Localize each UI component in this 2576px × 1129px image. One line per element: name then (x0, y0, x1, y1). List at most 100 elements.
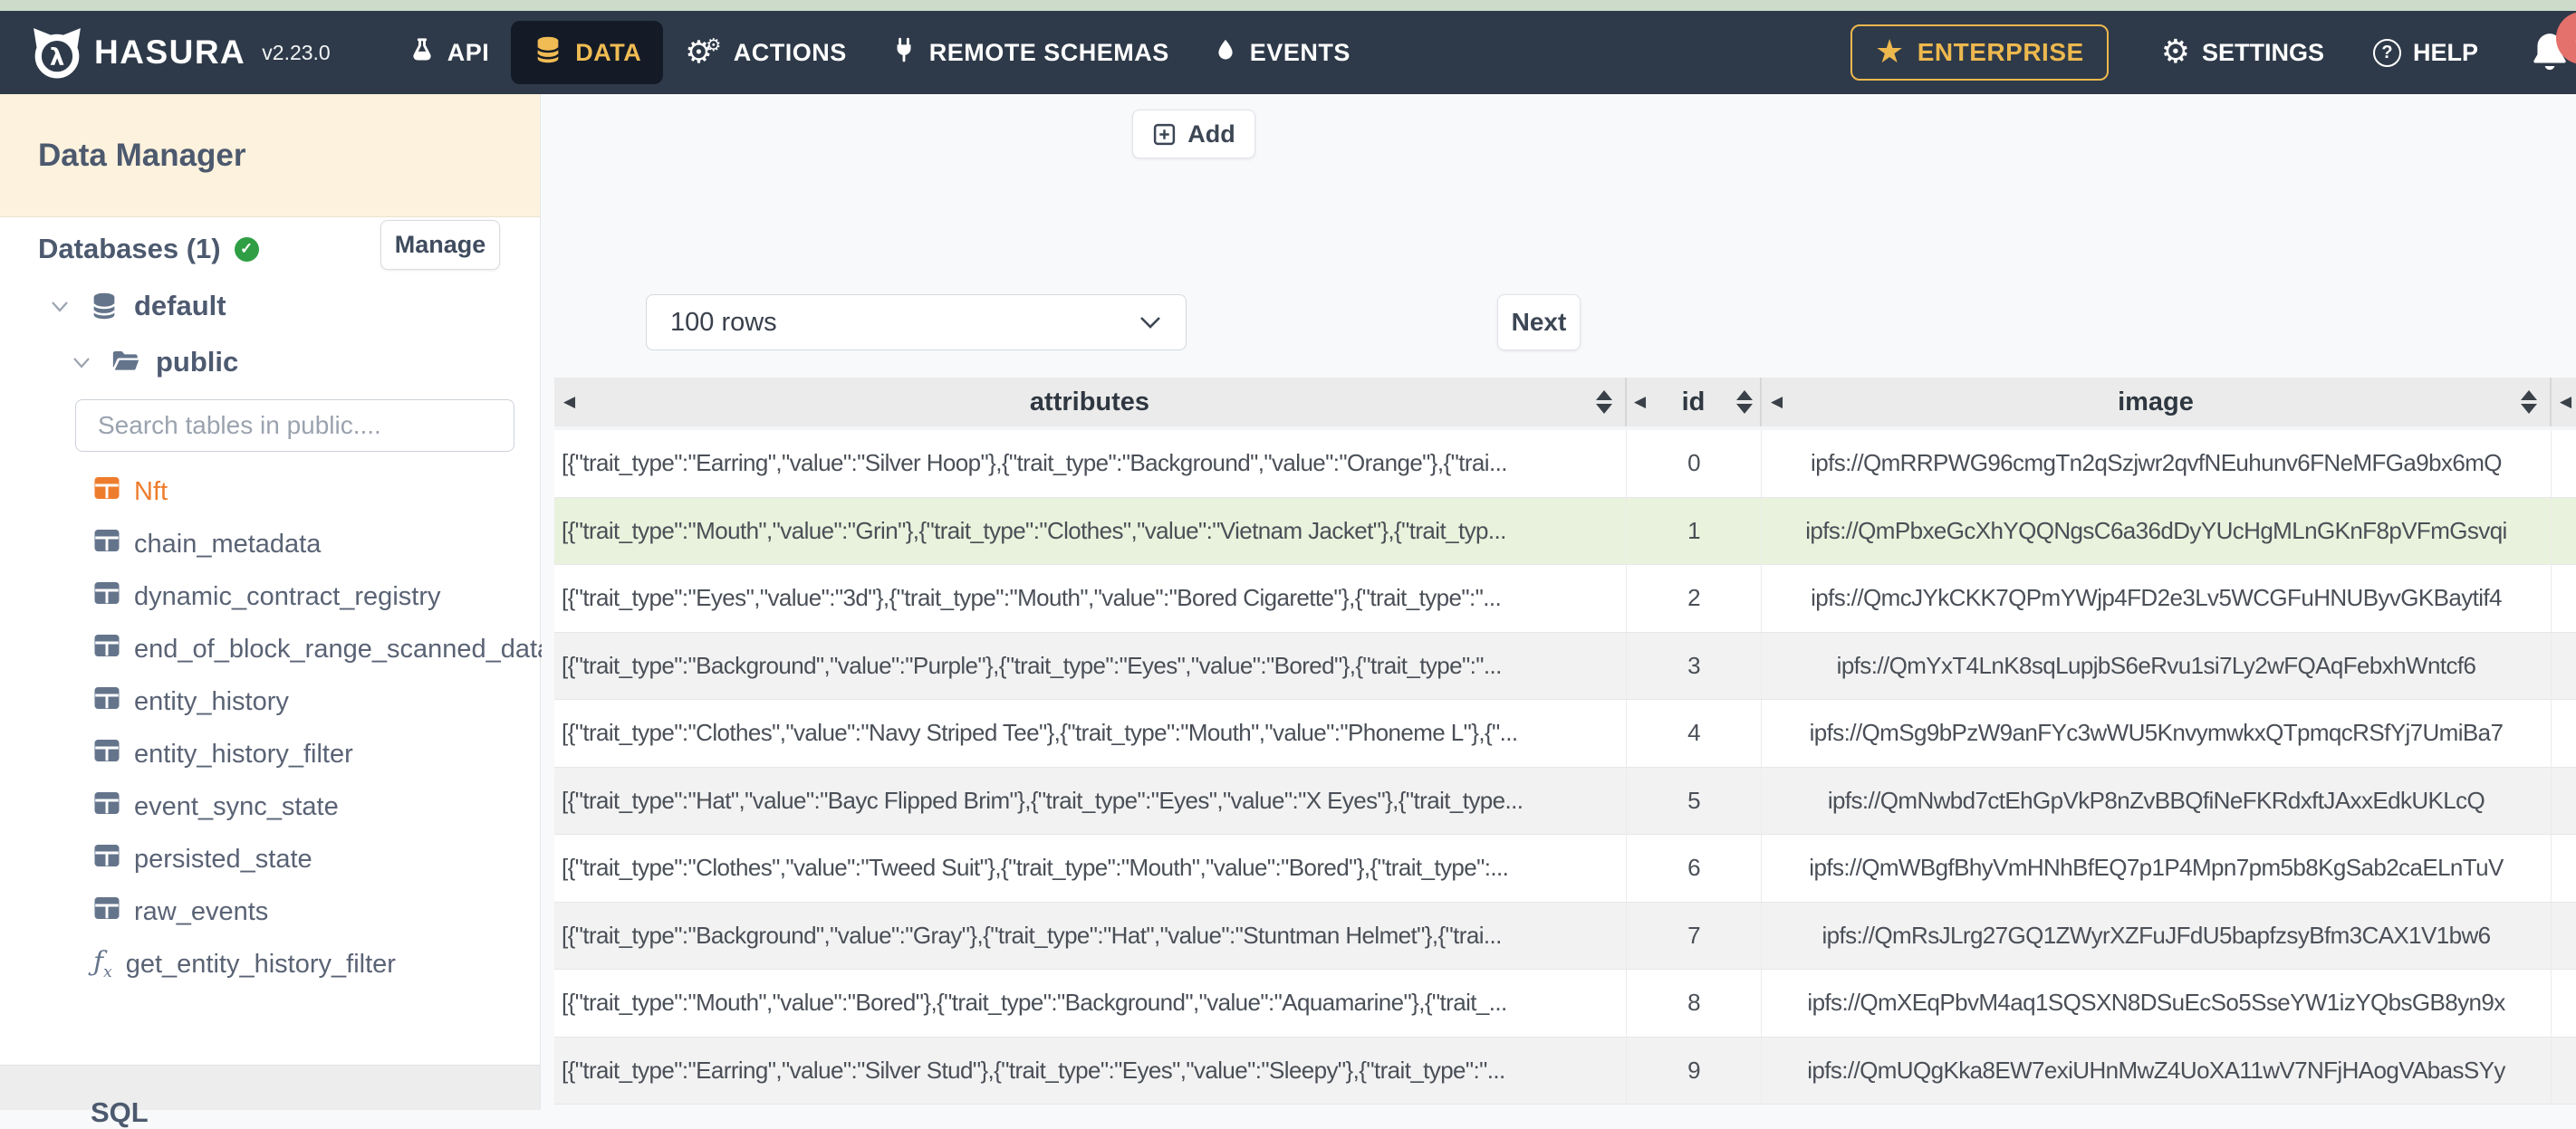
column-header-image[interactable]: ◀ image (1762, 378, 2552, 426)
cell-image[interactable]: ipfs://QmXEqPbvM4aq1SQSXN8DSuEcSo5SseYW1… (1762, 970, 2552, 1037)
cell-id[interactable]: 2 (1627, 565, 1762, 632)
collapse-column-icon[interactable]: ◀ (1771, 394, 1783, 410)
collapse-column-icon[interactable]: ◀ (1634, 394, 1646, 410)
table-icon (93, 632, 120, 666)
table-row-7[interactable]: [{"trait_type":"Background","value":"Gra… (554, 902, 2576, 970)
cell-id[interactable]: 8 (1627, 970, 1762, 1037)
table-row-2[interactable]: [{"trait_type":"Eyes","value":"3d"},{"tr… (554, 565, 2576, 633)
column-header-attributes[interactable]: ◀ attributes (554, 378, 1627, 426)
table-row-1[interactable]: [{"trait_type":"Mouth","value":"Grin"},{… (554, 497, 2576, 565)
collapse-column-icon[interactable]: ◀ (2560, 394, 2571, 410)
table-row-8[interactable]: [{"trait_type":"Mouth","value":"Bored"},… (554, 970, 2576, 1038)
enterprise-button[interactable]: ★ ENTERPRISE (1850, 24, 2109, 81)
chevron-down-icon[interactable] (51, 301, 69, 312)
collapse-column-icon[interactable]: ◀ (563, 394, 575, 410)
plug-icon (890, 36, 918, 70)
cell-extra (2552, 633, 2576, 700)
sidebar-item-entity_history_filter[interactable]: entity_history_filter (0, 728, 540, 780)
databases-section: Databases (1) ✓ Manage (0, 220, 540, 271)
cell-attributes[interactable]: [{"trait_type":"Background","value":"Gra… (554, 902, 1627, 969)
sidebar-item-chain_metadata[interactable]: chain_metadata (0, 518, 540, 570)
cell-image[interactable]: ipfs://QmNwbd7ctEhGpVkP8nZvBBQfiNeFKRdxf… (1762, 767, 2552, 834)
table-row-9[interactable]: [{"trait_type":"Earring","value":"Silver… (554, 1037, 2576, 1105)
table-row-3[interactable]: [{"trait_type":"Background","value":"Pur… (554, 632, 2576, 700)
sidebar-item-event_sync_state[interactable]: event_sync_state (0, 780, 540, 833)
cell-attributes[interactable]: [{"trait_type":"Earring","value":"Silver… (554, 1037, 1627, 1104)
cell-id[interactable]: 5 (1627, 767, 1762, 834)
cell-image[interactable]: ipfs://QmRRPWG96cmgTn2qSzjwr2qvfNEuhunv6… (1762, 430, 2552, 497)
cell-attributes[interactable]: [{"trait_type":"Earring","value":"Silver… (554, 430, 1627, 497)
cell-attributes[interactable]: [{"trait_type":"Background","value":"Pur… (554, 632, 1627, 699)
sort-icon[interactable] (1736, 390, 1753, 414)
table-icon (93, 684, 120, 719)
cell-attributes[interactable]: [{"trait_type":"Mouth","value":"Bored"},… (554, 970, 1627, 1037)
table-icon (93, 737, 120, 771)
tree-node-schema-public[interactable]: public (72, 339, 238, 386)
sidebar-item-nft[interactable]: Nft (0, 465, 540, 518)
table-icon (93, 527, 120, 561)
cell-image[interactable]: ipfs://QmRsJLrg27GQ1ZWyrXZFuJFdU5bapfzsy… (1762, 902, 2552, 969)
search-tables-input[interactable] (75, 399, 514, 452)
table-row-6[interactable]: [{"trait_type":"Clothes","value":"Tweed … (554, 835, 2576, 903)
cell-attributes[interactable]: [{"trait_type":"Eyes","value":"3d"},{"tr… (554, 565, 1627, 632)
sidebar-item-entity_history[interactable]: entity_history (0, 675, 540, 728)
hasura-logo[interactable]: λ HASURA v2.23.0 (31, 26, 331, 79)
table-icon (93, 737, 120, 771)
databases-heading: Databases (1) ✓ (38, 233, 259, 265)
sidebar-footer: SQL (0, 1065, 540, 1128)
cell-image[interactable]: ipfs://QmWBgfBhyVmHNhBfEQ7p1P4Mpn7pm5b8K… (1762, 835, 2552, 902)
sort-icon[interactable] (1596, 390, 1612, 414)
cell-id[interactable]: 4 (1627, 700, 1762, 767)
cell-attributes[interactable]: [{"trait_type":"Clothes","value":"Navy S… (554, 700, 1627, 767)
rows-per-page-value: 100 rows (670, 307, 777, 337)
cell-id[interactable]: 6 (1627, 835, 1762, 902)
add-row-button[interactable]: Add (1132, 110, 1255, 158)
rows-per-page-select[interactable]: 100 rows (646, 294, 1187, 350)
cell-id[interactable]: 3 (1627, 632, 1762, 699)
tree-node-database-default[interactable]: default (51, 282, 226, 330)
cell-image[interactable]: ipfs://QmYxT4LnK8sqLupjbS6eRvu1si7Ly2wFQ… (1762, 632, 2552, 699)
sidebar-item-end_of_block_range_scanned_data[interactable]: end_of_block_range_scanned_data (0, 623, 552, 675)
cell-image[interactable]: ipfs://QmSg9bPzW9anFYc3wWU5KnvymwkxQTpmq… (1762, 700, 2552, 767)
nav-item-actions[interactable]: ⚙⚙ ACTIONS (663, 21, 869, 84)
version-label: v2.23.0 (262, 40, 331, 64)
cell-image[interactable]: ipfs://QmUQgKka8EW7exiUHnMwZ4UoXA11wV7NF… (1762, 1037, 2552, 1104)
nav-item-remote-schemas[interactable]: REMOTE SCHEMAS (869, 21, 1191, 84)
nav-item-api[interactable]: API (387, 21, 512, 84)
cell-id[interactable]: 0 (1627, 430, 1762, 497)
cell-extra (2552, 430, 2576, 497)
cell-extra (2552, 498, 2576, 565)
cell-id[interactable]: 1 (1627, 497, 1762, 564)
cell-attributes[interactable]: [{"trait_type":"Mouth","value":"Grin"},{… (554, 497, 1627, 564)
manage-button[interactable]: Manage (380, 220, 500, 270)
column-header-id[interactable]: ◀ id (1627, 378, 1762, 426)
cell-attributes[interactable]: [{"trait_type":"Clothes","value":"Tweed … (554, 835, 1627, 902)
cell-id[interactable]: 9 (1627, 1037, 1762, 1104)
gears-icon: ⚙⚙ (685, 33, 722, 71)
cell-image[interactable]: ipfs://QmcJYkCKK7QPmYWjp4FD2e3Lv5WCGFuHN… (1762, 565, 2552, 632)
sidebar-item-raw_events[interactable]: raw_events (0, 885, 540, 938)
sidebar-item-dynamic_contract_registry[interactable]: dynamic_contract_registry (0, 570, 540, 623)
folder-open-icon (111, 347, 141, 378)
cell-extra (2552, 768, 2576, 835)
cell-image[interactable]: ipfs://QmPbxeGcXhYQQNgsC6a36dDyYUcHgMLnG… (1762, 497, 2552, 564)
sidebar-item-persisted_state[interactable]: persisted_state (0, 833, 540, 885)
cell-id[interactable]: 7 (1627, 902, 1762, 969)
sidebar-item-get_entity_history_filter[interactable]: ƒx get_entity_history_filter (0, 938, 540, 990)
table-row-5[interactable]: [{"trait_type":"Hat","value":"Bayc Flipp… (554, 767, 2576, 835)
cell-attributes[interactable]: [{"trait_type":"Hat","value":"Bayc Flipp… (554, 767, 1627, 834)
settings-button[interactable]: ⚙ SETTINGS (2161, 36, 2324, 69)
primary-nav: API DATA ⚙⚙ ACTIONS REMOTE SCHEMAS EVENT… (387, 21, 1372, 84)
column-header-next[interactable]: ◀ (2552, 378, 2576, 426)
chevron-down-icon[interactable] (72, 357, 91, 368)
notifications-button[interactable]: 8 (2527, 12, 2576, 77)
sql-section-label[interactable]: SQL (91, 1096, 149, 1129)
database-icon (533, 34, 563, 72)
nav-item-data[interactable]: DATA (511, 21, 664, 84)
nav-item-events[interactable]: EVENTS (1191, 21, 1372, 84)
sort-icon[interactable] (2521, 390, 2537, 414)
table-row-4[interactable]: [{"trait_type":"Clothes","value":"Navy S… (554, 700, 2576, 768)
next-page-button[interactable]: Next (1497, 294, 1581, 350)
help-button[interactable]: ? HELP (2372, 38, 2478, 67)
table-row-0[interactable]: [{"trait_type":"Earring","value":"Silver… (554, 430, 2576, 498)
